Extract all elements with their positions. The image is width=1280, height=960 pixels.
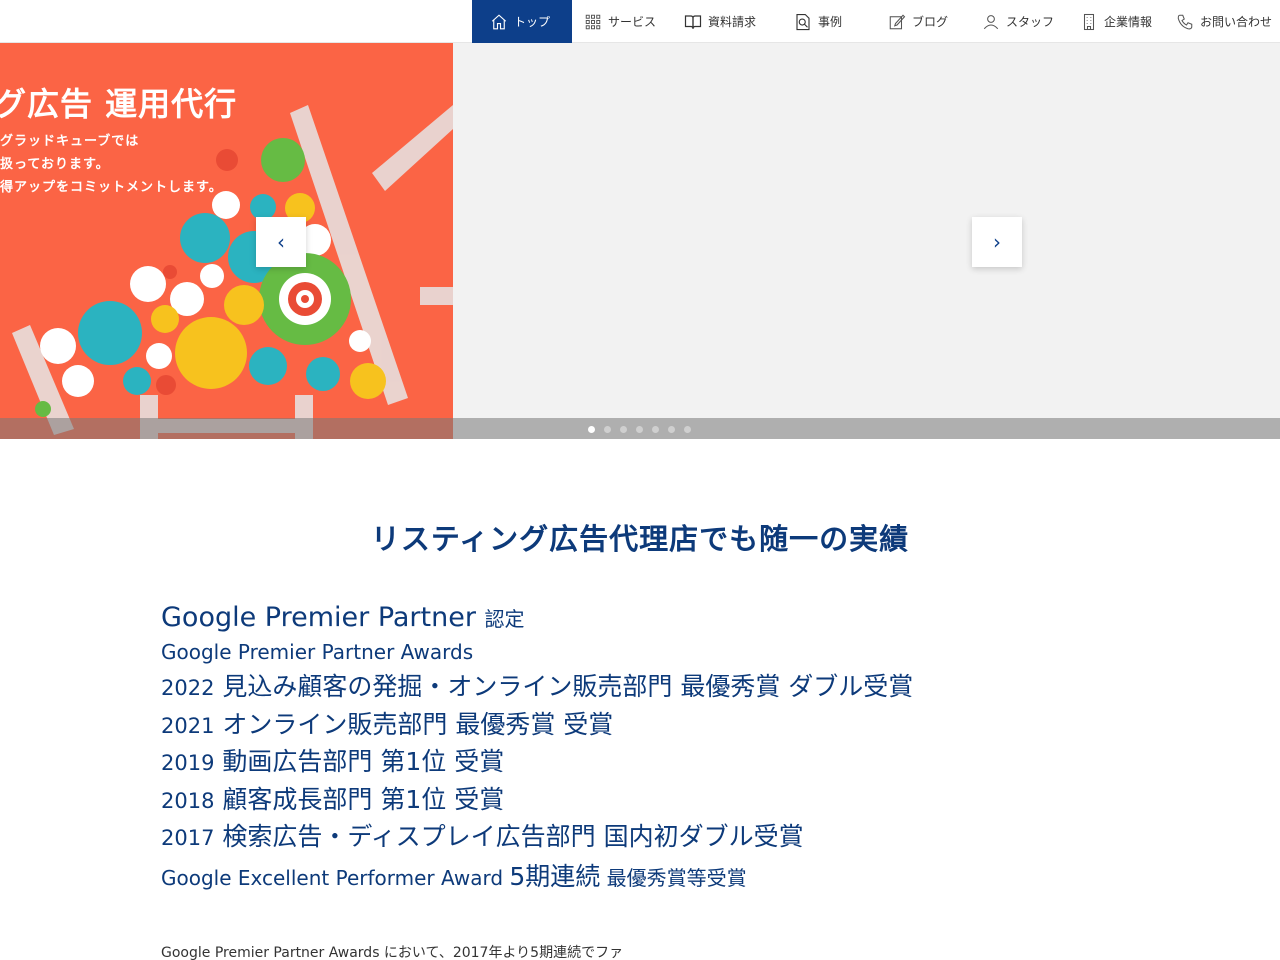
top-bar: トップ サービス 資料請求 事例 ブログ スタッフ 企業情報 お問い合わせ (0, 0, 1280, 43)
grid-icon (585, 14, 601, 29)
edit-icon (889, 13, 906, 29)
award-year: 2021 (161, 713, 215, 738)
nav-item-company[interactable]: 企業情報 (1068, 0, 1166, 43)
nav-item-contact[interactable]: お問い合わせ (1166, 0, 1280, 43)
nav-item-staff[interactable]: スタッフ (970, 0, 1068, 43)
slider-dot[interactable] (620, 426, 627, 433)
home-icon (491, 13, 507, 29)
nav-label-document-request: 資料請求 (708, 15, 757, 29)
nav-item-service[interactable]: サービス (572, 0, 672, 43)
excellent-performer-suffix: 最優秀賞等受賞 (606, 865, 747, 890)
premier-partner-text: Google Premier Partner (161, 602, 476, 633)
building-icon (1083, 13, 1095, 30)
person-icon (983, 14, 999, 29)
slider-dot[interactable] (652, 426, 659, 433)
nav-item-blog[interactable]: ブログ (872, 0, 970, 43)
hero-slide[interactable]: グ広告 運用代行 グラッドキューブでは 扱っております。 得アップをコミットメン… (0, 43, 453, 439)
hero-slide-line-1: グラッドキューブでは (0, 134, 140, 149)
nav-item-cases[interactable]: 事例 (772, 0, 872, 43)
hero-slider: グ広告 運用代行 グラッドキューブでは 扱っております。 得アップをコミットメン… (0, 43, 1280, 439)
slider-dot[interactable] (588, 426, 595, 433)
chevron-left-icon: ‹ (277, 230, 285, 254)
award-text: 検索広告・ディスプレイ広告部門 国内初ダブル受賞 (222, 822, 804, 851)
slider-dot[interactable] (636, 426, 643, 433)
slider-dot[interactable] (684, 426, 691, 433)
excellent-performer-line: Google Excellent Performer Award 5期連続 最優… (161, 864, 913, 898)
magnifier-doc-icon (796, 13, 810, 30)
hero-slide-title: グ広告 運用代行 (0, 85, 238, 123)
nav-label-contact: お問い合わせ (1200, 15, 1273, 29)
excellent-performer-highlight: 5期連続 (509, 861, 601, 891)
hero-slide-line-2: 扱っております。 (0, 157, 110, 172)
award-year: 2019 (161, 751, 215, 775)
award-line-2018: 2018 顧客成長部門 第1位 受賞 (161, 787, 913, 825)
hero-slide-line-3: 得アップをコミットメントします。 (0, 180, 223, 195)
award-year: 2022 (161, 676, 215, 700)
slider-dots (588, 426, 691, 433)
chevron-right-icon: › (993, 230, 1001, 254)
slider-next-button[interactable]: › (972, 217, 1022, 267)
award-line-2017: 2017 検索広告・ディスプレイ広告部門 国内初ダブル受賞 (161, 824, 913, 862)
nav-label-top: トップ (514, 15, 551, 29)
slider-prev-button[interactable]: ‹ (256, 217, 306, 267)
nav-label-company: 企業情報 (1104, 15, 1153, 29)
premier-partner-suffix: 認定 (484, 607, 525, 631)
awards-heading: Google Premier Partner Awards (161, 640, 474, 664)
award-line-2022: 2022 見込み顧客の発掘・オンライン販売部門 最優秀賞 ダブル受賞 (161, 674, 913, 712)
nav-item-document-request[interactable]: 資料請求 (672, 0, 772, 43)
award-text: 動画広告部門 第1位 受賞 (222, 747, 505, 776)
award-text: 見込み顧客の発掘・オンライン販売部門 最優秀賞 ダブル受賞 (222, 672, 914, 701)
slider-dot[interactable] (668, 426, 675, 433)
nav-label-blog: ブログ (912, 15, 949, 29)
award-year: 2017 (161, 826, 215, 850)
slider-pagination-bar (0, 418, 1280, 439)
award-line-2019: 2019 動画広告部門 第1位 受賞 (161, 749, 913, 787)
award-year: 2018 (161, 788, 215, 813)
section-title: リスティング広告代理店でも随一の実績 (370, 522, 910, 556)
nav-label-cases: 事例 (818, 15, 843, 29)
nav-label-staff: スタッフ (1006, 15, 1055, 29)
award-text: 顧客成長部門 第1位 受賞 (222, 784, 505, 814)
achievements-list: Google Premier Partner 認定 Google Premier… (161, 604, 913, 898)
nav-item-top[interactable]: トップ (472, 0, 572, 43)
slider-dot[interactable] (604, 426, 611, 433)
awards-note: Google Premier Partner Awards において、2017年… (161, 945, 624, 960)
award-line-2021: 2021 オンライン販売部門 最優秀賞 受賞 (161, 712, 913, 750)
nav-label-service: サービス (608, 15, 657, 29)
book-icon (684, 14, 702, 29)
premier-partner-line: Google Premier Partner 認定 (161, 604, 913, 640)
excellent-performer-text: Google Excellent Performer Award (161, 865, 504, 890)
global-nav: トップ サービス 資料請求 事例 ブログ スタッフ 企業情報 お問い合わせ (472, 0, 1280, 43)
phone-icon (1177, 14, 1193, 29)
award-text: オンライン販売部門 最優秀賞 受賞 (222, 709, 614, 739)
